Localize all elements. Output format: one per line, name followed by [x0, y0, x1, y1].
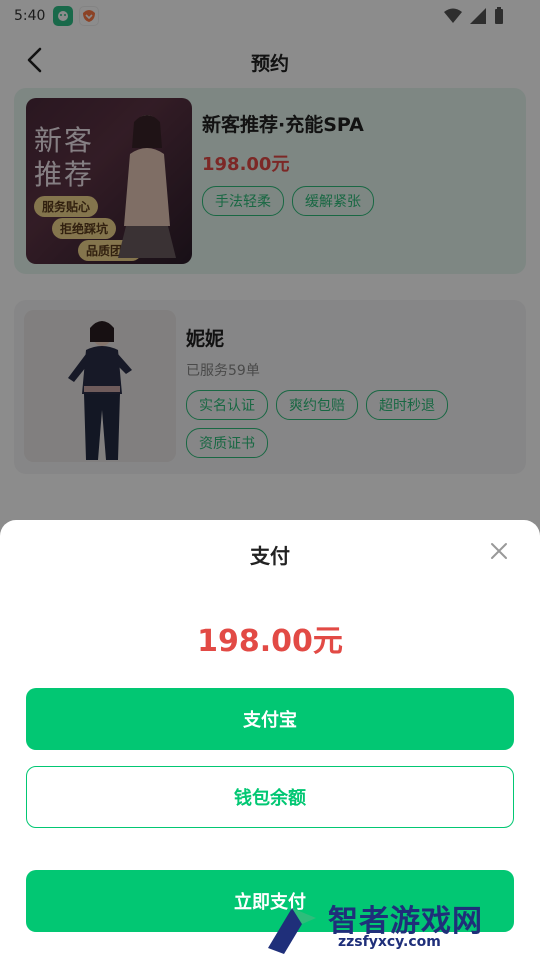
watermark: 智者游戏网 zzsfyxcy.com — [250, 890, 540, 960]
watermark-url: zzsfyxcy.com — [338, 934, 441, 950]
payment-sheet-title: 支付 — [250, 544, 290, 568]
watermark-logo-icon — [268, 908, 316, 954]
close-icon[interactable] — [488, 540, 510, 562]
wallet-balance-button[interactable]: 钱包余额 — [26, 766, 514, 828]
alipay-button[interactable]: 支付宝 — [26, 688, 514, 750]
payment-amount: 198.00元 — [197, 624, 343, 659]
